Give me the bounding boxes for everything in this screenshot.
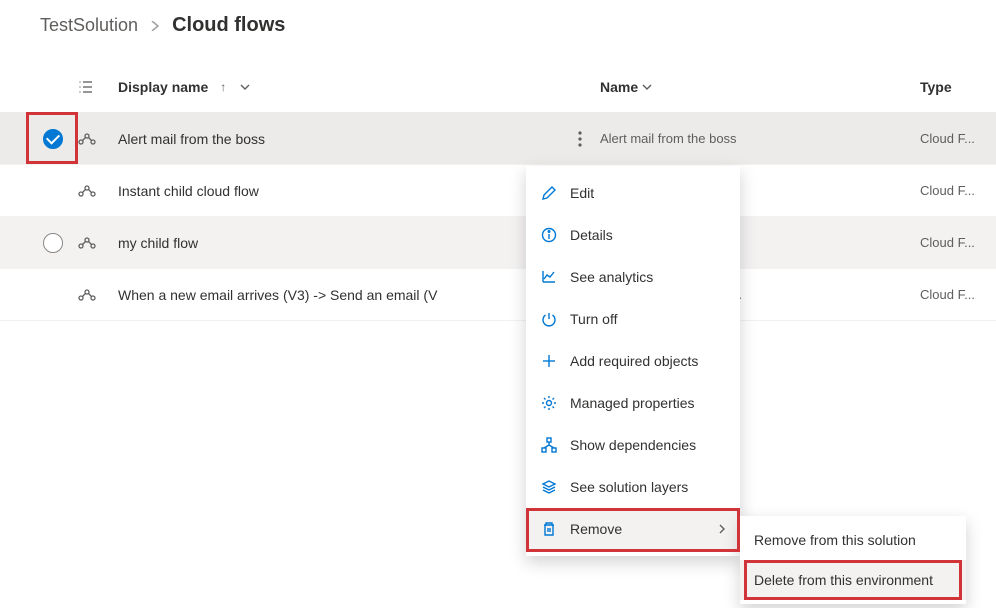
remove-submenu: Remove from this solution Delete from th…	[740, 516, 966, 604]
column-type-label: Type	[920, 79, 952, 95]
flows-table: Display name ↑ Name Type Alert mail from…	[0, 61, 996, 321]
menu-label: Add required objects	[570, 353, 698, 369]
chevron-down-icon[interactable]	[642, 82, 652, 92]
submenu-label: Delete from this environment	[754, 572, 933, 588]
power-icon	[540, 310, 558, 328]
menu-label: Details	[570, 227, 613, 243]
chevron-right-icon	[150, 21, 160, 31]
row-checkbox[interactable]	[28, 129, 78, 149]
sort-ascending-icon: ↑	[220, 80, 226, 94]
row-name: Alert mail from the boss	[600, 131, 920, 146]
column-type[interactable]: Type	[920, 79, 996, 95]
layers-icon	[540, 478, 558, 496]
context-menu: Edit Details See analytics Turn off Add …	[526, 166, 740, 556]
menu-item-managed-properties[interactable]: Managed properties	[526, 382, 740, 424]
submenu-delete-from-environment[interactable]: Delete from this environment	[740, 560, 966, 600]
more-actions-button[interactable]	[568, 127, 592, 151]
column-name-label: Name	[600, 79, 638, 95]
table-row[interactable]: Instant child cloud flow Cloud F...	[0, 165, 996, 217]
flow-icon	[78, 184, 118, 198]
column-name[interactable]: Name	[600, 79, 920, 95]
table-row[interactable]: When a new email arrives (V3) -> Send an…	[0, 269, 996, 321]
breadcrumb: TestSolution Cloud flows	[0, 0, 996, 61]
menu-item-turnoff[interactable]: Turn off	[526, 298, 740, 340]
row-display-name[interactable]: Instant child cloud flow	[118, 183, 560, 199]
menu-label: See analytics	[570, 269, 653, 285]
edit-icon	[540, 184, 558, 202]
row-type: Cloud F...	[920, 183, 996, 198]
submenu-label: Remove from this solution	[754, 532, 916, 548]
flow-icon	[78, 132, 118, 146]
flow-icon	[78, 288, 118, 302]
column-display-name[interactable]: Display name ↑	[118, 79, 560, 95]
row-display-name[interactable]: When a new email arrives (V3) -> Send an…	[118, 287, 560, 303]
menu-item-edit[interactable]: Edit	[526, 172, 740, 214]
row-display-name[interactable]: my child flow	[118, 235, 560, 251]
table-row[interactable]: Alert mail from the boss Alert mail from…	[0, 113, 996, 165]
menu-label: Show dependencies	[570, 437, 696, 453]
trash-icon	[540, 520, 558, 538]
breadcrumb-current: Cloud flows	[172, 14, 285, 37]
plus-icon	[540, 352, 558, 370]
customize-columns-icon[interactable]	[78, 79, 118, 95]
menu-item-solution-layers[interactable]: See solution layers	[526, 466, 740, 508]
analytics-icon	[540, 268, 558, 286]
chevron-down-icon[interactable]	[240, 82, 250, 92]
breadcrumb-parent[interactable]: TestSolution	[40, 15, 138, 36]
row-type: Cloud F...	[920, 235, 996, 250]
gear-icon	[540, 394, 558, 412]
submenu-remove-from-solution[interactable]: Remove from this solution	[740, 520, 966, 560]
chevron-right-icon	[718, 524, 726, 534]
column-display-name-label: Display name	[118, 79, 208, 95]
menu-label: See solution layers	[570, 479, 688, 495]
row-type: Cloud F...	[920, 287, 996, 302]
menu-item-remove[interactable]: Remove	[526, 508, 740, 550]
row-checkbox[interactable]	[28, 233, 78, 253]
flow-icon	[78, 236, 118, 250]
menu-item-analytics[interactable]: See analytics	[526, 256, 740, 298]
menu-item-details[interactable]: Details	[526, 214, 740, 256]
menu-label: Turn off	[570, 311, 617, 327]
menu-item-add-required[interactable]: Add required objects	[526, 340, 740, 382]
dependencies-icon	[540, 436, 558, 454]
menu-label: Remove	[570, 521, 622, 537]
row-display-name[interactable]: Alert mail from the boss	[118, 131, 560, 147]
info-icon	[540, 226, 558, 244]
menu-item-show-dependencies[interactable]: Show dependencies	[526, 424, 740, 466]
menu-label: Managed properties	[570, 395, 695, 411]
menu-label: Edit	[570, 185, 594, 201]
row-type: Cloud F...	[920, 131, 996, 146]
table-row[interactable]: my child flow Cloud F...	[0, 217, 996, 269]
table-header: Display name ↑ Name Type	[0, 61, 996, 113]
